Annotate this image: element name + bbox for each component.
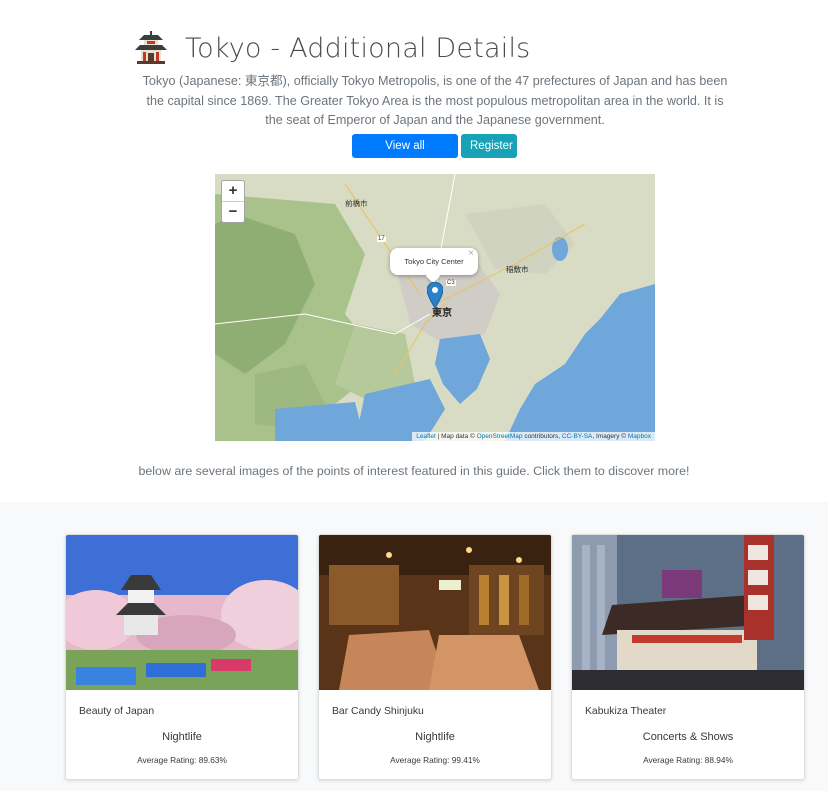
attraction-image [66,535,298,690]
map-label-maebashi: 前橋市 [345,199,368,208]
temple-icon [135,31,167,64]
license-link[interactable]: CC-BY-SA [562,433,592,440]
attraction-category: Nightlife [415,731,455,743]
attraction-name: Kabukiza Theater [585,706,667,717]
attraction-card[interactable]: Bar Candy Shinjuku Nightlife Average Rat… [318,534,552,780]
attraction-name: Beauty of Japan [79,706,155,717]
attraction-rating: Average Rating: 89.63% [137,755,227,765]
attraction-name: Bar Candy Shinjuku [332,706,424,717]
mapbox-link[interactable]: Mapbox [628,433,651,440]
points-of-interest-intro: below are several images of the points o… [138,464,690,478]
attraction-rating: Average Rating: 99.41% [390,755,480,765]
page-title: Tokyo - Additional Details [185,32,531,64]
map[interactable]: 前橋市 稲敷市 東京 17 C3 + − Tokyo City Center ×… [215,174,655,441]
attraction-card[interactable]: Beauty of Japan Nightlife Average Rating… [65,534,299,780]
view-all-attractions-button[interactable]: View all attractions [352,134,458,176]
popup-text: Tokyo City Center [404,257,464,266]
attribution-text: | Map data © [435,433,477,440]
register-button[interactable]: Register [461,134,517,158]
map-popup: Tokyo City Center × [390,248,478,275]
attraction-image [572,535,804,690]
city-description: Tokyo (Japanese: 東京都), officially Tokyo … [142,74,728,127]
popup-close-icon[interactable]: × [468,240,474,267]
map-label-inashiki: 稲敷市 [506,265,529,274]
zoom-in-button[interactable]: + [222,181,244,201]
osm-link[interactable]: OpenStreetMap [477,433,523,440]
attraction-image [319,535,551,690]
attraction-rating: Average Rating: 88.94% [643,755,733,765]
attribution-text: contributors, [522,433,562,440]
zoom-out-button[interactable]: − [222,201,244,222]
map-route-17: 17 [377,236,386,242]
map-zoom-control: + − [221,180,245,223]
attraction-category: Nightlife [162,731,202,743]
leaflet-link[interactable]: Leaflet [416,433,436,440]
title-row: Tokyo - Additional Details [133,30,530,66]
attribution-text: , Imagery © [592,433,628,440]
map-attribution: Leaflet | Map data © OpenStreetMap contr… [412,432,655,441]
attraction-card[interactable]: Kabukiza Theater Concerts & Shows Averag… [571,534,805,780]
map-route-c3: C3 [446,280,456,286]
attraction-category: Concerts & Shows [642,731,734,743]
map-marker-icon[interactable] [427,282,443,308]
hero-section: Tokyo - Additional Details Tokyo (Japane… [0,0,828,502]
